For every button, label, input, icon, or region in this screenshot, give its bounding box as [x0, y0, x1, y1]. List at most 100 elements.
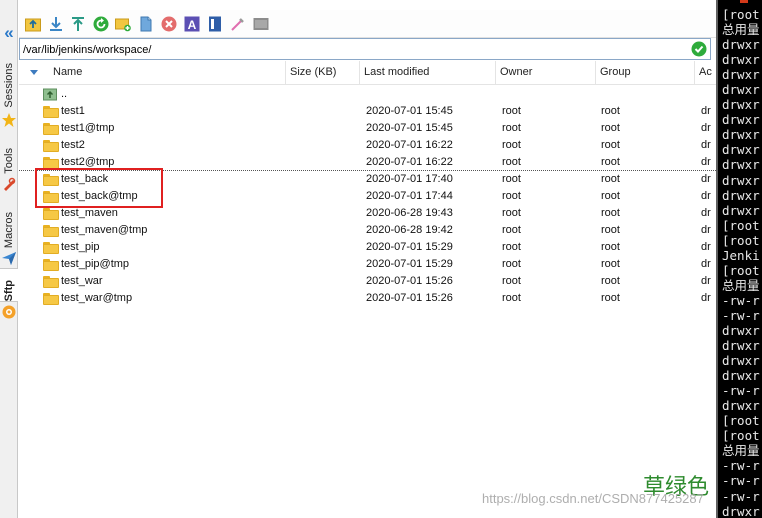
- new-file-icon[interactable]: [138, 16, 154, 32]
- column-header-modified[interactable]: Last modified: [360, 61, 496, 85]
- star-icon: [1, 112, 17, 128]
- file-group: root: [601, 190, 620, 202]
- file-owner: root: [502, 224, 521, 236]
- sort-descending-icon[interactable]: [30, 70, 38, 75]
- file-row[interactable]: test1@tmp 2020-07-01 15:45 root root dr: [19, 120, 716, 137]
- file-owner: root: [502, 139, 521, 151]
- terminal-line: 总用量: [722, 443, 760, 459]
- path-input[interactable]: [23, 42, 683, 57]
- file-row[interactable]: test_pip@tmp 2020-07-01 15:29 root root dr: [19, 256, 716, 273]
- terminal-line: [root: [722, 262, 760, 278]
- tab-tools[interactable]: Tools: [0, 132, 18, 174]
- terminal-line: drwxr: [722, 127, 760, 143]
- file-owner: root: [502, 241, 521, 253]
- upload-icon[interactable]: [70, 16, 86, 32]
- terminal-line: -rw-r: [722, 307, 760, 323]
- file-name: test1: [61, 105, 85, 117]
- tab-sftp-label: Sftp: [3, 279, 15, 301]
- svg-text:A: A: [188, 18, 197, 32]
- parent-directory-icon[interactable]: [25, 16, 41, 32]
- terminal-line: -rw-r: [722, 488, 760, 504]
- file-list: Name Size (KB) Last modified Owner Group…: [19, 61, 716, 518]
- terminal-icon[interactable]: [253, 16, 269, 32]
- file-row[interactable]: test_war 2020-07-01 15:26 root root dr: [19, 273, 716, 290]
- file-group: root: [601, 258, 620, 270]
- terminal-line: drwxr: [722, 142, 760, 158]
- terminal-line: [root: [722, 7, 760, 22]
- terminal-line: [root: [722, 232, 760, 248]
- file-row[interactable]: test_maven@tmp 2020-06-28 19:42 root root dr: [19, 222, 716, 239]
- folder-icon: [43, 242, 59, 254]
- terminal-line: -rw-r: [722, 458, 760, 474]
- permissions-icon[interactable]: [207, 16, 223, 32]
- file-attributes: dr: [701, 139, 711, 151]
- delete-icon[interactable]: [161, 16, 177, 32]
- file-modified: 2020-07-01 15:45: [366, 122, 453, 134]
- collapse-sidebar-button[interactable]: «: [0, 22, 18, 44]
- file-owner: root: [502, 156, 521, 168]
- folder-icon: [43, 140, 59, 152]
- checkmark-icon[interactable]: [691, 41, 707, 57]
- folder-icon: [43, 225, 59, 237]
- file-modified: 2020-07-01 16:22: [366, 139, 453, 151]
- refresh-icon[interactable]: [93, 16, 109, 32]
- file-attributes: dr: [701, 241, 711, 253]
- column-header-group[interactable]: Group: [596, 61, 695, 85]
- terminal-line: drwxr: [722, 112, 760, 128]
- file-owner: root: [502, 207, 521, 219]
- file-row[interactable]: test2 2020-07-01 16:22 root root dr: [19, 137, 716, 154]
- column-header-owner[interactable]: Owner: [496, 61, 596, 85]
- column-header-attributes[interactable]: Ac: [695, 61, 716, 85]
- new-folder-icon[interactable]: [115, 16, 131, 32]
- file-group: root: [601, 173, 620, 185]
- file-modified: 2020-07-01 16:22: [366, 156, 453, 168]
- file-list-header: Name Size (KB) Last modified Owner Group…: [19, 61, 716, 85]
- folder-icon: [43, 208, 59, 220]
- file-modified: 2020-06-28 19:42: [366, 224, 453, 236]
- file-modified: 2020-07-01 17:40: [366, 173, 453, 185]
- file-name: test_war: [61, 275, 103, 287]
- terminal-line: drwxr: [722, 322, 760, 338]
- terminal-line: -rw-r: [722, 473, 760, 489]
- file-name: test_pip@tmp: [61, 258, 130, 270]
- file-row[interactable]: test_war@tmp 2020-07-01 15:26 root root dr: [19, 290, 716, 307]
- file-modified: 2020-06-28 19:43: [366, 207, 453, 219]
- tab-sftp[interactable]: Sftp: [0, 268, 18, 302]
- file-owner: root: [502, 173, 521, 185]
- tab-sessions[interactable]: Sessions: [0, 58, 18, 108]
- tools-icon: [1, 176, 17, 192]
- terminal-line: -rw-r: [722, 292, 760, 308]
- terminal-line: drwxr: [722, 82, 760, 98]
- file-attributes: dr: [701, 190, 711, 202]
- tab-macros[interactable]: Macros: [0, 198, 18, 248]
- terminal-line: Jenki: [722, 247, 760, 263]
- file-name: test2: [61, 139, 85, 151]
- file-row[interactable]: test1 2020-07-01 15:45 root root dr: [19, 103, 716, 120]
- file-group: root: [601, 241, 620, 253]
- terminal-line: [root: [722, 217, 760, 233]
- terminal-panel[interactable]: [root 总用量 drwxr drwxr drwxr drwxr drwxr drwxr dr…: [716, 0, 762, 518]
- file-group: root: [601, 139, 620, 151]
- terminal-line: drwxr: [722, 353, 760, 369]
- file-attributes: dr: [701, 292, 711, 304]
- folder-icon: [43, 123, 59, 135]
- rename-icon[interactable]: A: [184, 16, 200, 32]
- terminal-line: [root: [722, 413, 760, 429]
- edit-icon[interactable]: [230, 16, 246, 32]
- file-owner: root: [502, 275, 521, 287]
- file-owner: root: [502, 190, 521, 202]
- file-group: root: [601, 156, 620, 168]
- file-attributes: dr: [701, 173, 711, 185]
- terminal-line: drwxr: [722, 398, 760, 414]
- column-header-size[interactable]: Size (KB): [286, 61, 360, 85]
- column-header-name[interactable]: Name: [49, 61, 286, 85]
- file-row[interactable]: test_pip 2020-07-01 15:29 root root dr: [19, 239, 716, 256]
- parent-directory-row[interactable]: ..: [19, 86, 716, 103]
- terminal-line: drwxr: [722, 37, 760, 53]
- terminal-line: [root: [722, 428, 760, 444]
- file-name: test1@tmp: [61, 122, 115, 134]
- parent-folder-icon: [43, 88, 57, 101]
- download-icon[interactable]: [48, 16, 64, 32]
- file-name: test_pip: [61, 241, 100, 253]
- terminal-line: 总用量: [722, 277, 760, 293]
